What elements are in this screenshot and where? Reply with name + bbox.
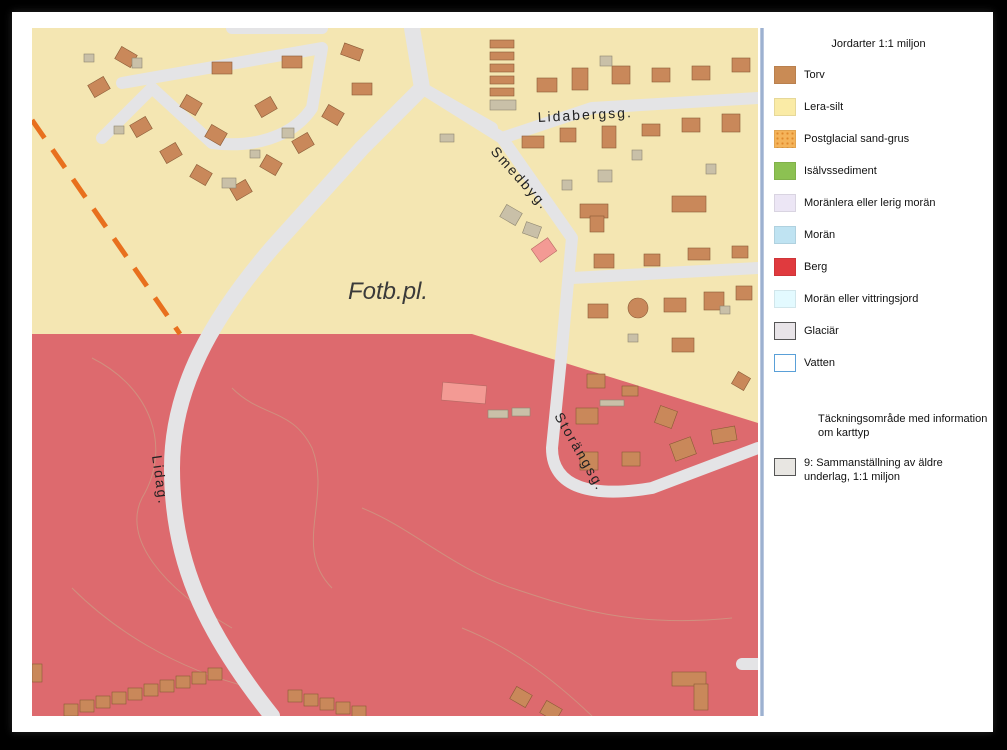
legend-label: Torv xyxy=(804,69,825,81)
legend-swatch-postglacial xyxy=(774,130,796,148)
legend-label: Morän xyxy=(804,229,836,241)
legend-item-vatten: Vatten xyxy=(774,352,835,374)
coverage-swatch xyxy=(774,458,796,476)
legend-title: Jordarter 1:1 miljon xyxy=(831,38,926,50)
legend-label: Glaciär xyxy=(804,325,839,337)
legend-item-lera-silt: Lera-silt xyxy=(774,96,843,118)
map-window: Fotb.pl. Lidabergsg. Smedbyg. Storängsg.… xyxy=(12,12,993,732)
map-canvas[interactable]: Fotb.pl. Lidabergsg. Smedbyg. Storängsg.… xyxy=(32,28,758,716)
legend-swatch-lera-silt xyxy=(774,98,796,116)
legend-swatch-glaciar xyxy=(774,322,796,340)
legend-label: Isälvssediment xyxy=(804,165,877,177)
legend-swatch-moranlera xyxy=(774,194,796,212)
coverage-label: 9: Sammanställning av äldre underlag, 1:… xyxy=(804,457,943,483)
coverage-item: 9: Sammanställning av äldre underlag, 1:… xyxy=(774,456,984,484)
legend-swatch-vittringsjord xyxy=(774,290,796,308)
legend-item-berg: Berg xyxy=(774,256,827,278)
legend-swatch-torv xyxy=(774,66,796,84)
legend-item-glaciar: Glaciär xyxy=(774,320,839,342)
legend-panel: Jordarter 1:1 miljon Torv Lera-silt Post… xyxy=(764,28,993,716)
legend-label: Moränlera eller lerig morän xyxy=(804,197,936,209)
legend-swatch-isalvssediment xyxy=(774,162,796,180)
legend-label: Lera-silt xyxy=(804,101,844,113)
legend-label: Berg xyxy=(804,261,828,273)
legend-item-moranlera: Moränlera eller lerig morän xyxy=(774,192,935,214)
legend-swatch-moran xyxy=(774,226,796,244)
legend-label: Vatten xyxy=(804,357,835,369)
legend-item-moran: Morän xyxy=(774,224,835,246)
legend-item-vittringsjord: Morän eller vittringsjord xyxy=(774,288,918,310)
berg-area xyxy=(32,334,758,716)
coverage-heading: Täckningsområde med information om kartt… xyxy=(818,413,988,439)
place-label-fotbpl: Fotb.pl. xyxy=(348,278,428,305)
legend-label: Morän eller vittringsjord xyxy=(804,293,919,305)
legend-item-torv: Torv xyxy=(774,64,825,86)
legend-item-isalvssediment: Isälvssediment xyxy=(774,160,877,182)
legend-swatch-berg xyxy=(774,258,796,276)
legend-item-postglacial: Postglacial sand-grus xyxy=(774,128,909,150)
legend-swatch-vatten xyxy=(774,354,796,372)
legend-label: Postglacial sand-grus xyxy=(804,133,910,145)
map-svg: Fotb.pl. Lidabergsg. Smedbyg. Storängsg.… xyxy=(32,28,758,716)
